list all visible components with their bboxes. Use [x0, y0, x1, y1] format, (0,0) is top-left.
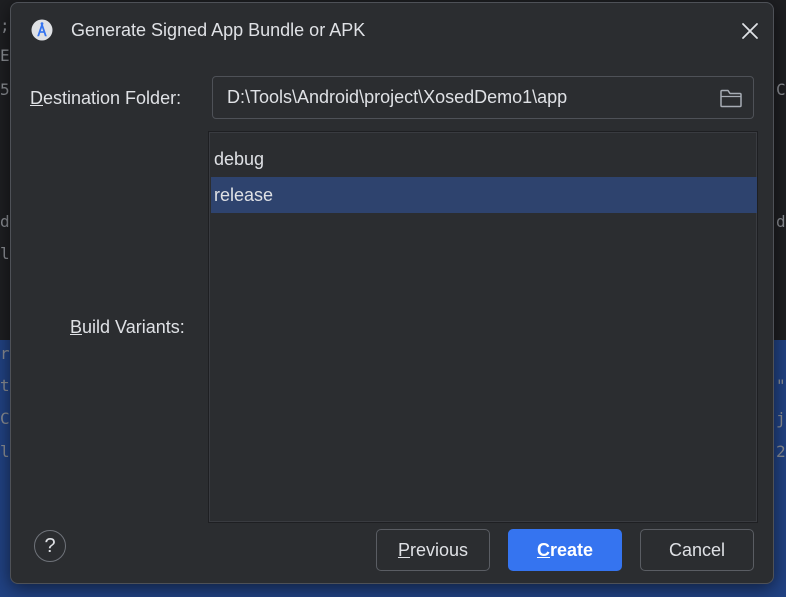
help-button[interactable]: ?: [34, 530, 66, 562]
build-variant-debug[interactable]: debug: [211, 141, 757, 177]
build-variant-release[interactable]: release: [211, 177, 757, 213]
destination-folder-label: Destination Folder:: [30, 88, 182, 108]
build-variants-label: Build Variants:: [70, 317, 185, 337]
previous-button[interactable]: Previous: [376, 529, 490, 571]
editor-fragment: 5: [0, 80, 10, 99]
editor-fragment: d: [776, 212, 786, 231]
editor-fragment: ": [776, 376, 786, 395]
android-studio-icon: [31, 19, 53, 41]
dialog-title-bar: Generate Signed App Bundle or APK: [11, 3, 773, 59]
editor-fragment: j: [776, 409, 786, 428]
build-variants-list[interactable]: debug release: [208, 131, 758, 523]
editor-fragment: 2: [776, 442, 786, 461]
editor-fragment: E: [0, 46, 10, 65]
editor-fragment: r: [0, 344, 10, 363]
editor-fragment: C: [776, 80, 786, 99]
build-variants-list-inner: debug release: [209, 132, 757, 522]
dialog-title: Generate Signed App Bundle or APK: [71, 20, 366, 40]
editor-fragment: l: [0, 442, 10, 461]
destination-folder-input[interactable]: [213, 77, 703, 118]
generate-signed-dialog: Generate Signed App Bundle or APK Destin…: [10, 2, 774, 584]
create-button[interactable]: Create: [508, 529, 622, 571]
destination-folder-field[interactable]: [212, 76, 754, 119]
editor-fragment: d: [0, 212, 10, 231]
editor-fragment: l: [0, 244, 10, 263]
cancel-button[interactable]: Cancel: [640, 529, 754, 571]
folder-icon[interactable]: [719, 87, 743, 109]
close-icon[interactable]: [738, 19, 762, 43]
editor-fragment: t: [0, 376, 10, 395]
editor-fragment: ;: [0, 16, 10, 35]
editor-fragment: C: [0, 409, 10, 428]
